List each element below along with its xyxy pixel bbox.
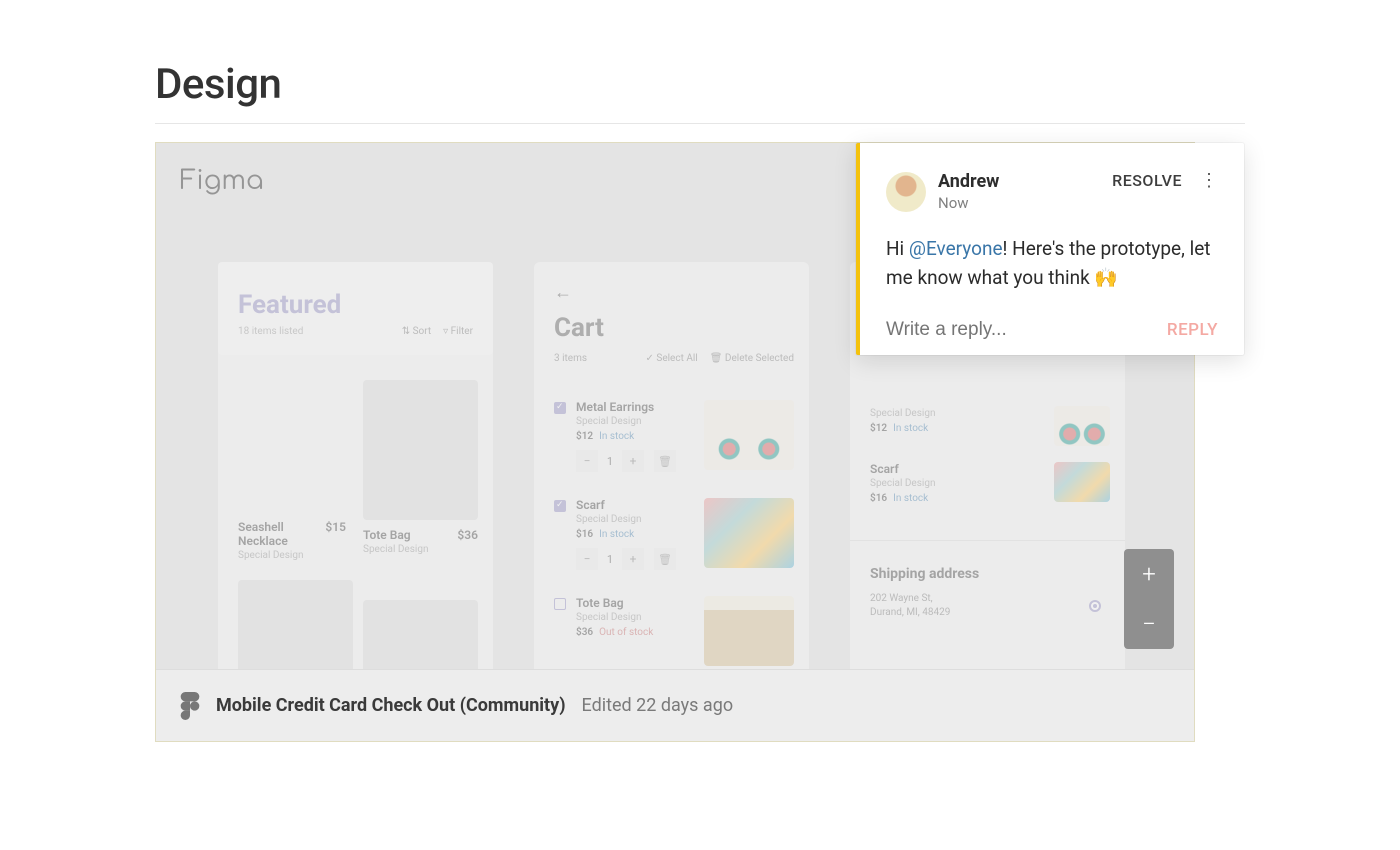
qty-plus[interactable]: +: [622, 548, 644, 570]
cart-item-price: $16: [576, 529, 593, 540]
comment-popover: Andrew Now RESOLVE ⋮ Hi @Everyone! Here'…: [856, 143, 1244, 355]
cart-item-thumb: [704, 596, 794, 666]
product-sub: Special Design: [363, 544, 478, 555]
reply-button[interactable]: REPLY: [1167, 320, 1218, 340]
embed-footer: Mobile Credit Card Check Out (Community)…: [156, 669, 1194, 741]
cart-item-stock: In stock: [599, 431, 634, 442]
cart-item-sub: Special Design: [576, 416, 694, 427]
mention[interactable]: @Everyone: [909, 237, 1003, 260]
cart-item: Scarf Special Design $16 In stock − 1 + 🗑: [554, 498, 794, 570]
resolve-button[interactable]: RESOLVE: [1112, 171, 1182, 190]
filter-action[interactable]: ▿ Filter: [443, 326, 473, 337]
select-all-action[interactable]: ✓ Select All: [646, 353, 698, 364]
product-card[interactable]: Seashell Necklace $15 Special Design: [238, 520, 346, 561]
cart-title: Cart: [554, 313, 794, 343]
wishlist-item[interactable]: Scarf Special Design $16 In stock: [870, 462, 1110, 504]
featured-title: Featured: [238, 290, 473, 320]
featured-count: 18 items listed: [238, 326, 303, 337]
product-card[interactable]: Tote Bag $36 Special Design: [363, 380, 478, 555]
shipping-header: Shipping address: [870, 566, 979, 582]
product-image: [363, 380, 478, 520]
wishlist-thumb: [1054, 406, 1110, 446]
wishlist-item[interactable]: Special Design $12 In stock: [870, 406, 1110, 446]
wishlist-stock: In stock: [893, 493, 928, 504]
cart-item-name: Metal Earrings: [576, 400, 694, 414]
cart-item-thumb: [704, 498, 794, 568]
zoom-out-button[interactable]: −: [1124, 599, 1174, 649]
page-title: Design: [155, 60, 1245, 109]
product-card[interactable]: Scarf$16 Special Design: [238, 580, 353, 669]
delete-selected-action[interactable]: 🗑 Delete Selected: [710, 353, 794, 364]
product-price: $15: [325, 520, 346, 548]
figma-embed: Figma Featured 18 items listed ⇅ Sort ▿ …: [155, 142, 1195, 742]
qty-minus[interactable]: −: [576, 548, 598, 570]
qty-plus[interactable]: +: [622, 450, 644, 472]
cart-item: Tote Bag Special Design $36 Out of stock: [554, 596, 794, 666]
cart-item-checkbox[interactable]: [554, 500, 566, 512]
cart-item-checkbox[interactable]: [554, 402, 566, 414]
divider: [155, 123, 1245, 124]
file-edited: Edited 22 days ago: [582, 695, 734, 716]
cart-item-price: $12: [576, 431, 593, 442]
figma-logo-icon: [180, 692, 200, 720]
product-name: Seashell Necklace: [238, 520, 308, 548]
product-card[interactable]: [363, 600, 478, 669]
zoom-controls: + −: [1124, 549, 1174, 649]
qty-value: 1: [598, 553, 622, 566]
comment-time: Now: [938, 194, 999, 212]
cart-item-stock: In stock: [599, 529, 634, 540]
wishlist-sub: Special Design: [870, 408, 935, 419]
more-menu-icon[interactable]: ⋮: [1200, 177, 1218, 184]
product-name: Tote Bag: [363, 528, 411, 542]
qty-value: 1: [598, 455, 622, 468]
product-image: [363, 600, 478, 669]
product-price: $36: [457, 528, 478, 542]
shipping-radio[interactable]: [1089, 600, 1101, 612]
featured-screen: Featured 18 items listed ⇅ Sort ▿ Filter…: [218, 262, 493, 669]
cart-item-stock: Out of stock: [599, 627, 653, 638]
comment-body: Hi @Everyone! Here's the prototype, let …: [886, 234, 1218, 293]
qty-minus[interactable]: −: [576, 450, 598, 472]
zoom-in-button[interactable]: +: [1124, 549, 1174, 599]
product-image: [238, 580, 353, 669]
avatar: [886, 172, 926, 212]
embed-app-label: Figma: [180, 167, 264, 196]
quantity-stepper[interactable]: − 1 + 🗑: [576, 548, 694, 570]
cart-item-sub: Special Design: [576, 514, 694, 525]
cart-item-name: Tote Bag: [576, 596, 694, 610]
trash-icon[interactable]: 🗑: [654, 450, 676, 472]
back-arrow-icon[interactable]: ←: [554, 282, 794, 303]
cart-count: 3 items: [554, 353, 587, 364]
cart-item-name: Scarf: [576, 498, 694, 512]
cart-item-thumb: [704, 400, 794, 470]
wishlist-stock: In stock: [893, 423, 928, 434]
cart-item-checkbox[interactable]: [554, 598, 566, 610]
file-name[interactable]: Mobile Credit Card Check Out (Community): [216, 695, 566, 716]
wishlist-sub: Special Design: [870, 478, 935, 489]
cart-item-sub: Special Design: [576, 612, 694, 623]
comment-author: Andrew: [938, 171, 999, 192]
wishlist-thumb: [1054, 462, 1110, 502]
reply-input[interactable]: [886, 319, 1106, 341]
shipping-address: 202 Wayne St, Durand, MI, 48429: [870, 592, 950, 620]
trash-icon[interactable]: 🗑: [654, 548, 676, 570]
product-sub: Special Design: [238, 550, 346, 561]
quantity-stepper[interactable]: − 1 + 🗑: [576, 450, 694, 472]
cart-item: Metal Earrings Special Design $12 In stoc…: [554, 400, 794, 472]
wishlist-price: $16: [870, 493, 887, 504]
cart-screen: ← Cart 3 items ✓ Select All 🗑 Delete Sel…: [534, 262, 809, 669]
cart-item-price: $36: [576, 627, 593, 638]
sort-action[interactable]: ⇅ Sort: [402, 326, 431, 337]
featured-header-card: Featured 18 items listed ⇅ Sort ▿ Filter: [218, 262, 493, 355]
wishlist-name: Scarf: [870, 462, 935, 476]
wishlist-price: $12: [870, 423, 887, 434]
